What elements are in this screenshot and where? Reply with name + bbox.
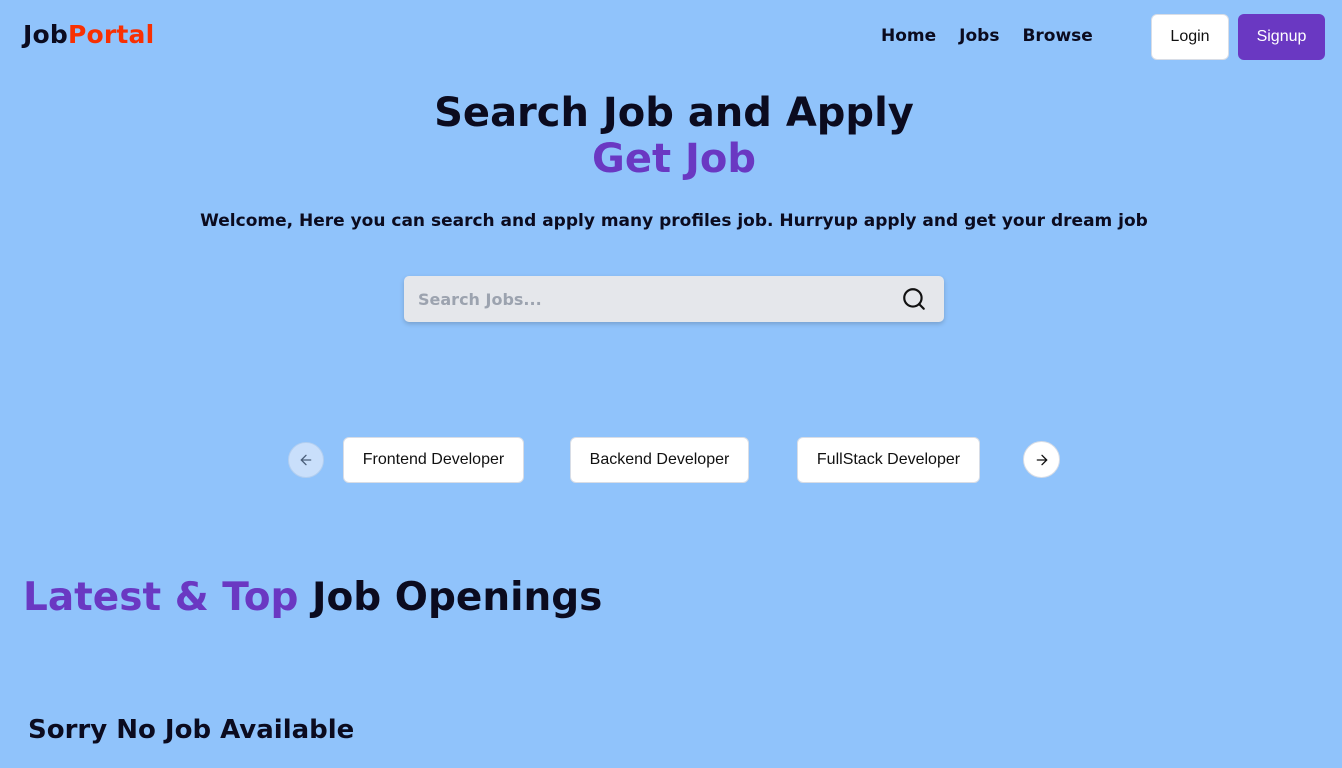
no-jobs-message: Sorry No Job Available: [28, 715, 355, 745]
search-bar: [404, 276, 944, 322]
signup-button[interactable]: Signup: [1238, 14, 1325, 60]
logo[interactable]: JobPortal: [23, 19, 154, 51]
logo-text-job: Job: [23, 20, 68, 49]
category-chip-frontend[interactable]: Frontend Developer: [343, 437, 524, 483]
carousel-prev-button[interactable]: [288, 442, 324, 478]
nav-link-home[interactable]: Home: [881, 24, 936, 48]
category-chip-fullstack[interactable]: FullStack Developer: [797, 437, 980, 483]
nav-links: Home Jobs Browse: [881, 24, 1116, 48]
latest-jobs-heading-rest: Job Openings: [312, 575, 603, 620]
latest-jobs-heading: Latest & Top Job Openings: [23, 572, 602, 624]
arrow-left-icon: [300, 454, 312, 466]
nav-link-browse[interactable]: Browse: [1022, 24, 1092, 48]
hero-title-line1: Search Job and Apply: [434, 90, 914, 136]
arrow-right-icon: [1036, 454, 1047, 465]
logo-text-portal: Portal: [67, 20, 155, 49]
latest-jobs-heading-accent: Latest & Top: [23, 575, 299, 620]
hero-subtitle: Welcome, Here you can search and apply m…: [200, 211, 1148, 231]
navbar: JobPortal Home Jobs Browse Login Signup: [0, 0, 1342, 72]
category-chip-backend[interactable]: Backend Developer: [570, 437, 749, 483]
carousel-next-button[interactable]: [1023, 441, 1060, 478]
login-button[interactable]: Login: [1151, 14, 1229, 60]
nav-link-jobs[interactable]: Jobs: [959, 24, 999, 48]
search-input[interactable]: [404, 276, 892, 322]
search-button[interactable]: [892, 277, 936, 321]
search-icon: [903, 288, 925, 310]
hero-title: Search Job and Apply Get Job: [0, 90, 1342, 182]
hero-title-accent: Get Job: [591, 136, 756, 182]
